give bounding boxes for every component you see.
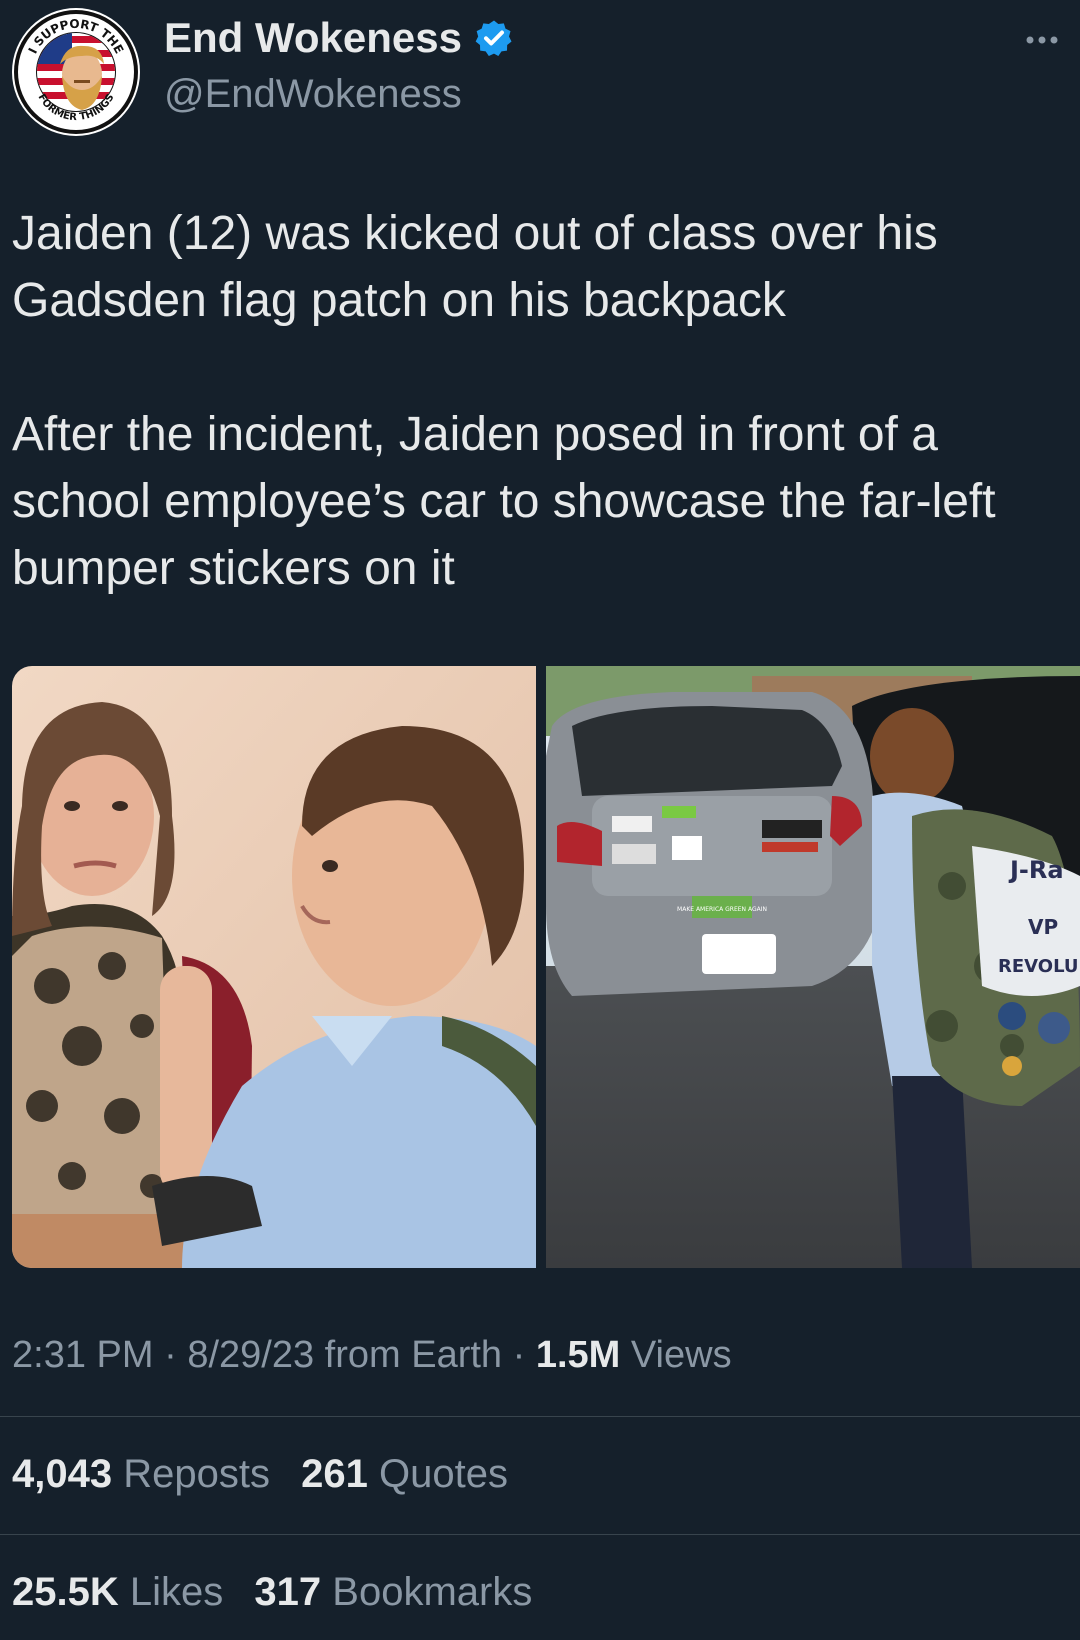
bookmarks-label: Bookmarks — [332, 1570, 533, 1614]
reposts-label: Reposts — [123, 1452, 270, 1496]
tweet-text: Jaiden (12) was kicked out of class over… — [12, 200, 1062, 602]
tweet-media[interactable]: MAKE AMERICA GREEN AGAIN J-Ra VP REVOLU — [12, 666, 1080, 1268]
likes-label: Likes — [129, 1570, 224, 1614]
reposts-link[interactable]: 4,043 Reposts — [12, 1452, 270, 1496]
more-options-icon — [1026, 36, 1058, 44]
bookmarks-count: 317 — [254, 1570, 322, 1614]
likes-link[interactable]: 25.5K Likes — [12, 1570, 223, 1614]
likes-count: 25.5K — [12, 1570, 119, 1614]
reposts-count: 4,043 — [12, 1452, 113, 1496]
meta-separator: · — [512, 1334, 526, 1376]
engagement-row-2: 25.5K Likes 317 Bookmarks — [12, 1570, 552, 1615]
engagement-row-1: 4,043 Reposts 261 Quotes — [12, 1452, 528, 1497]
author-avatar[interactable]: I SUPPORT THE FORMER THINGS — [10, 6, 142, 138]
author-name-row[interactable]: End Wokeness — [164, 14, 514, 62]
car-photo[interactable]: MAKE AMERICA GREEN AGAIN J-Ra VP REVOLU — [546, 666, 1080, 1268]
divider — [0, 1534, 1080, 1535]
backpack-text-2: VP — [1028, 915, 1058, 939]
quotes-link[interactable]: 261 Quotes — [301, 1452, 508, 1496]
tweet-paragraph-1: Jaiden (12) was kicked out of class over… — [12, 207, 938, 327]
avatar-image: I SUPPORT THE FORMER THINGS — [12, 8, 140, 136]
verified-badge-icon — [475, 20, 512, 56]
tweet-date[interactable]: 8/29/23 — [187, 1334, 314, 1376]
quotes-count: 261 — [301, 1452, 368, 1496]
more-options-button[interactable] — [1018, 24, 1066, 56]
backpack-text-1: J-Ra — [1008, 856, 1064, 884]
tweet-paragraph-2: After the incident, Jaiden posed in fron… — [12, 408, 996, 595]
author-handle[interactable]: @EndWokeness — [164, 72, 462, 117]
quotes-label: Quotes — [378, 1452, 508, 1496]
bookmarks-link[interactable]: 317 Bookmarks — [254, 1570, 532, 1614]
views-label: Views — [630, 1334, 732, 1376]
tweet-source: from Earth — [324, 1334, 503, 1376]
tweet-time[interactable]: 2:31 PM — [12, 1334, 154, 1376]
media-grid: MAKE AMERICA GREEN AGAIN J-Ra VP REVOLU — [12, 666, 1080, 1268]
divider — [0, 1416, 1080, 1417]
backpack-text-3: REVOLU — [998, 956, 1079, 977]
author-name[interactable]: End Wokeness — [164, 14, 462, 62]
car-sticker-text: MAKE AMERICA GREEN AGAIN — [677, 906, 767, 913]
meta-separator: · — [164, 1334, 177, 1376]
views-count: 1.5M — [535, 1334, 621, 1376]
classroom-photo[interactable] — [12, 666, 536, 1268]
tweet-meta: 2:31 PM · 8/29/23 from Earth · 1.5M View… — [12, 1334, 732, 1377]
